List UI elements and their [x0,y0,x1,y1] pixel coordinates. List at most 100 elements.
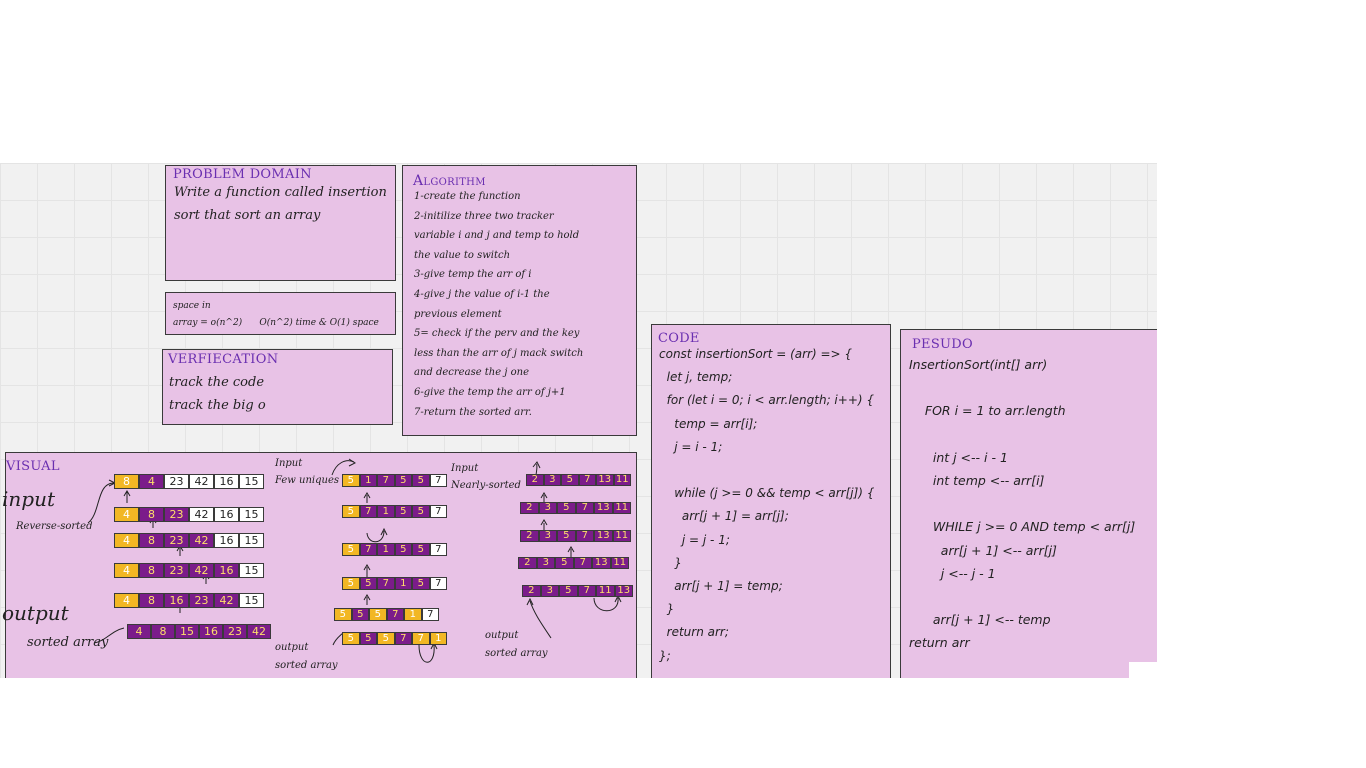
code-line: while (j >= 0 && temp < arr[j]) { [659,486,875,501]
few-array-cell: 5 [377,632,395,645]
complexity-line-2: array = o(n^2) O(n^2) time & O(1) space [173,318,379,328]
reverse-array-cell: 23 [164,507,189,522]
reverse-array-cell: 15 [239,533,264,548]
nearly-array-cell: 5 [559,585,578,597]
nearly-array-cell: 5 [555,557,574,569]
reverse-array-cell: 15 [239,507,264,522]
code-line: }; [659,648,671,663]
reverse-array-cell: 23 [164,474,189,489]
few-array-cell: 5 [334,608,352,621]
few-array-cell: 1 [429,632,447,645]
nearly-array-cell: 11 [613,474,631,486]
whiteboard-canvas: PROBLEM DOMAIN Write a function called i… [0,163,1157,678]
problem-domain-title: PROBLEM DOMAIN [173,167,312,182]
few-array-cell: 5 [359,632,377,645]
few-array-cell: 5 [394,474,412,487]
nearly-array-cell: 11 [612,502,631,514]
reverse-array-cell: 23 [189,593,214,608]
code-line: arr[j + 1] = temp; [659,579,783,593]
few-array-cell: 5 [369,608,387,621]
reverse-array-cell: 8 [139,533,164,548]
algorithm-step-line: variable i and j and temp to hold [414,230,580,242]
few-array-cell: 1 [359,474,377,487]
visual-panel: VISUAL input Reverse-sorted output sorte… [2,452,637,678]
few-array-cell: 5 [342,474,360,487]
nearly-array-cell: 11 [596,585,615,597]
code-line: let j, temp; [659,370,733,385]
pseudo-panel: PESUDO InsertionSort(int[] arr) FOR i = … [900,329,1157,678]
reverse-array-cell: 8 [139,507,164,522]
reverse-array-cell: 8 [151,624,175,639]
few-array-cell: 1 [404,608,422,621]
algorithm-step-line: and decrease the j one [414,367,530,379]
nearly-array-cell: 7 [573,557,592,569]
reverse-array-cell: 16 [214,507,239,522]
reverse-array-cell: 16 [199,624,223,639]
code-line: temp = arr[i]; [659,416,758,431]
algorithm-step-line: 7-return the sorted arr. [414,406,532,418]
nearly-array-cell: 2 [520,502,539,514]
verification-panel: VERFIECATION track the code track the bi… [162,349,393,425]
reverse-array-cell: 42 [189,563,214,578]
reverse-array-cell: 16 [214,474,239,489]
algorithm-step-line: previous element [414,308,502,320]
nearly-array-cell: 13 [614,585,633,597]
reverse-array-cell: 42 [247,624,271,639]
pseudo-line: FOR i = 1 to arr.length [909,403,1066,419]
verification-line-1: track the code [169,375,265,390]
pseudo-line: WHILE j >= 0 AND temp < arr[j] [909,519,1136,535]
reverse-array-cell: 4 [139,474,164,489]
nearly-array-cell: 3 [543,474,561,486]
reverse-array-cell: 16 [214,533,239,548]
code-panel: CODE const insertionSort = (arr) => { le… [651,324,891,678]
few-array-cell: 5 [412,474,430,487]
reverse-array-cell: 4 [127,624,151,639]
few-array-cell: 7 [394,632,412,645]
few-array-cell: 7 [412,632,430,645]
algorithm-step-line: less than the arr of j mack switch [414,347,584,359]
code-line: } [659,602,675,617]
few-array-cell: 7 [359,543,377,556]
few-array-cell: 7 [386,608,404,621]
pseudo-title: PESUDO [912,337,973,352]
reverse-array-cell: 42 [189,474,214,489]
reverse-array-cell: 23 [164,563,189,578]
reverse-array-cell: 42 [214,593,239,608]
algorithm-step-line: 6-give the temp the arr of j+1 [414,387,566,398]
nearly-array-cell: 7 [577,585,596,597]
reverse-array-cell: 8 [114,474,139,489]
few-array-cell: 5 [394,543,412,556]
few-array-cell: 5 [342,632,360,645]
reverse-array-cell: 8 [139,593,164,608]
nearly-array-cell: 7 [578,474,596,486]
algorithm-title: Algorithm [413,173,486,189]
pseudo-line: InsertionSort(int[] arr) [909,357,1048,372]
few-array-cell: 7 [377,474,395,487]
few-array-cell: 7 [429,474,447,487]
verification-line-2: track the big o [169,398,266,413]
nearly-array-cell: 3 [540,585,559,597]
few-array-cell: 5 [412,505,430,518]
code-line: const insertionSort = (arr) => { [659,347,853,361]
white-overlay [1129,662,1157,678]
nearly-array-cell: 13 [594,530,613,542]
reverse-array-cell: 23 [164,533,189,548]
few-array-cell: 7 [421,608,439,621]
nearly-array-cell: 5 [561,474,579,486]
reverse-array-cell: 8 [139,563,164,578]
few-array-cell: 1 [377,505,395,518]
algorithm-panel: Algorithm 1-create the function 2-initili… [402,165,637,436]
nearly-array-cell: 13 [596,474,614,486]
code-line: } [659,555,682,570]
nearly-array-cell: 2 [518,557,537,569]
few-array-cell: 5 [342,543,360,556]
problem-domain-panel: PROBLEM DOMAIN Write a function called i… [165,165,396,281]
code-line: return arr; [659,625,729,640]
nearly-array-cell: 3 [536,557,555,569]
pseudo-line: j <-- j - 1 [909,565,996,581]
few-array-cell: 1 [394,577,412,590]
code-line: j = i - 1; [659,439,723,454]
few-array-cell: 7 [377,577,395,590]
few-array-cell: 7 [429,577,447,590]
algorithm-step-line: 5= check if the perv and the key [414,328,580,340]
